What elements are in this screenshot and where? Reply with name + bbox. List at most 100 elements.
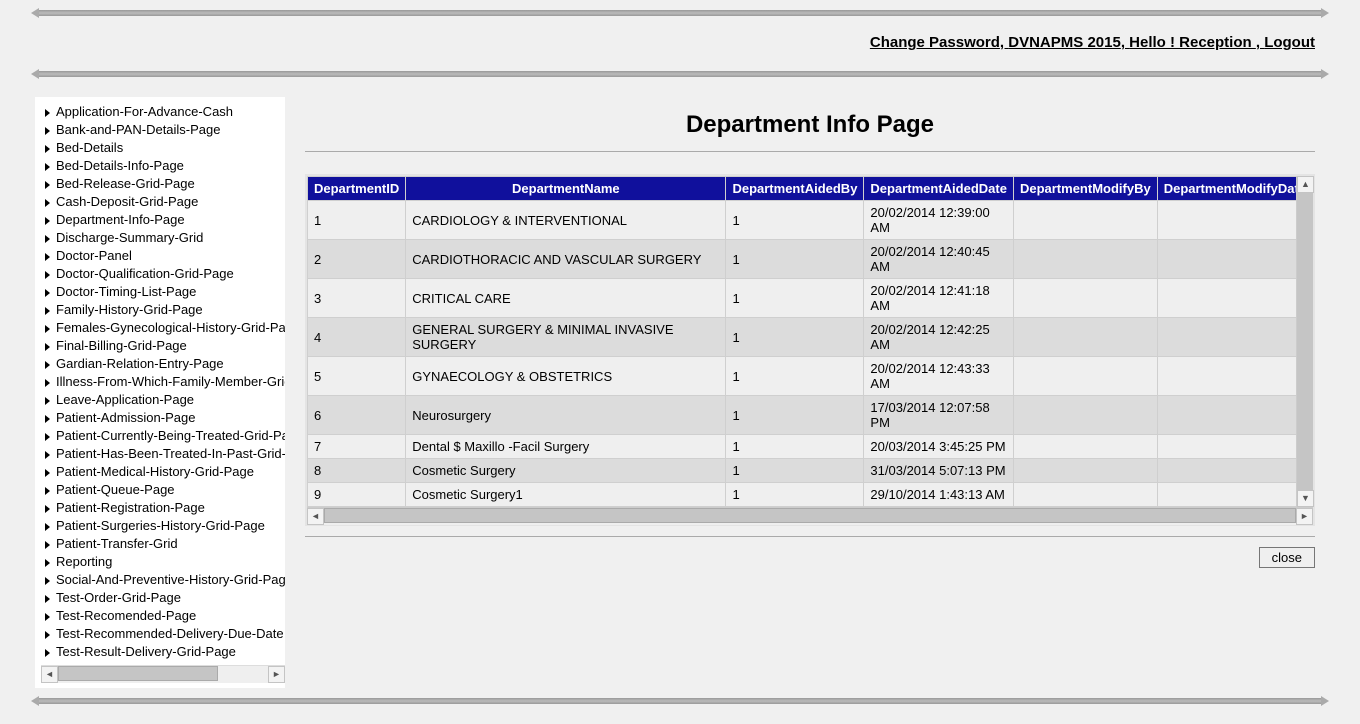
column-header[interactable]: DepartmentName [406, 177, 726, 201]
sidebar-item[interactable]: Department-Info-Page [41, 211, 285, 229]
sidebar-item[interactable]: Leave-Application-Page [41, 391, 285, 409]
sidebar-item[interactable]: Test-Recommended-Delivery-Due-Date [41, 625, 285, 643]
table-row[interactable]: 5GYNAECOLOGY & OBSTETRICS120/02/2014 12:… [308, 357, 1313, 396]
table-row[interactable]: 2CARDIOTHORACIC AND VASCULAR SURGERY120/… [308, 240, 1313, 279]
sidebar-item[interactable]: Patient-Surgeries-History-Grid-Page [41, 517, 285, 535]
table-cell: Dental $ Maxillo -Facil Surgery [406, 435, 726, 459]
chevron-right-icon [45, 469, 50, 477]
sidebar-item[interactable]: Patient-Queue-Page [41, 481, 285, 499]
table-cell: GENERAL SURGERY & MINIMAL INVASIVE SURGE… [406, 318, 726, 357]
grid-scroll-left-icon[interactable]: ◄ [307, 508, 324, 525]
table-row[interactable]: 6Neurosurgery117/03/2014 12:07:58 PM [308, 396, 1313, 435]
sidebar-item-label: Discharge-Summary-Grid [56, 230, 203, 245]
chevron-right-icon [45, 235, 50, 243]
table-cell [1013, 279, 1157, 318]
column-header[interactable]: DepartmentID [308, 177, 406, 201]
sidebar-item[interactable]: Test-Recomended-Page [41, 607, 285, 625]
chevron-right-icon [45, 271, 50, 279]
table-cell: 20/02/2014 12:43:33 AM [864, 357, 1014, 396]
sidebar-item-label: Doctor-Qualification-Grid-Page [56, 266, 234, 281]
grid-scroll-right-icon[interactable]: ► [1296, 508, 1313, 525]
sidebar-item[interactable]: Discharge-Summary-Grid [41, 229, 285, 247]
table-row[interactable]: 3CRITICAL CARE120/02/2014 12:41:18 AM [308, 279, 1313, 318]
table-cell [1157, 459, 1312, 483]
sidebar-item[interactable]: Social-And-Preventive-History-Grid-Page [41, 571, 285, 589]
sidebar-item[interactable]: Final-Billing-Grid-Page [41, 337, 285, 355]
scroll-down-icon[interactable]: ▼ [1297, 490, 1314, 507]
sidebar-item-label: Females-Gynecological-History-Grid-Page [56, 320, 285, 335]
table-cell: 1 [726, 201, 864, 240]
chevron-right-icon [45, 253, 50, 261]
sidebar-item[interactable]: Patient-Currently-Being-Treated-Grid-Pag… [41, 427, 285, 445]
table-cell: 20/03/2014 3:45:25 PM [864, 435, 1014, 459]
sidebar-item[interactable]: Application-For-Advance-Cash [41, 103, 285, 121]
table-cell: 6 [308, 396, 406, 435]
grid-h-scroll[interactable]: ◄ ► [307, 507, 1313, 524]
chevron-right-icon [45, 145, 50, 153]
sidebar-item[interactable]: Illness-From-Which-Family-Member-Grid [41, 373, 285, 391]
sidebar-item-label: Reporting [56, 554, 112, 569]
scroll-right-icon[interactable]: ► [268, 666, 285, 683]
sidebar-item-label: Department-Info-Page [56, 212, 185, 227]
chevron-right-icon [45, 199, 50, 207]
sidebar-item[interactable]: Patient-Admission-Page [41, 409, 285, 427]
sidebar-item-label: Patient-Queue-Page [56, 482, 175, 497]
app-name-link[interactable]: DVNAPMS 2015 [1008, 34, 1121, 51]
title-underline [305, 151, 1315, 152]
table-cell: CARDIOTHORACIC AND VASCULAR SURGERY [406, 240, 726, 279]
sidebar-item[interactable]: Test-Result-Delivery-Grid-Page [41, 643, 285, 661]
table-row[interactable]: 4GENERAL SURGERY & MINIMAL INVASIVE SURG… [308, 318, 1313, 357]
table-cell: 8 [308, 459, 406, 483]
sidebar-item[interactable]: Patient-Has-Been-Treated-In-Past-Grid-Pa… [41, 445, 285, 463]
change-password-link[interactable]: Change Password [870, 34, 1000, 51]
sidebar-item[interactable]: Patient-Medical-History-Grid-Page [41, 463, 285, 481]
sidebar-item-label: Bed-Details [56, 140, 123, 155]
sidebar-item[interactable]: Reporting [41, 553, 285, 571]
sidebar-item[interactable]: Doctor-Panel [41, 247, 285, 265]
sidebar-item-label: Test-Order-Grid-Page [56, 590, 181, 605]
sidebar-item[interactable]: Cash-Deposit-Grid-Page [41, 193, 285, 211]
sidebar-item[interactable]: Test-Order-Grid-Page [41, 589, 285, 607]
scroll-left-icon[interactable]: ◄ [41, 666, 58, 683]
sidebar-item[interactable]: Family-History-Grid-Page [41, 301, 285, 319]
sidebar-item[interactable]: Patient-Transfer-Grid [41, 535, 285, 553]
sidebar-item-label: Doctor-Timing-List-Page [56, 284, 196, 299]
sidebar-item-label: Patient-Surgeries-History-Grid-Page [56, 518, 265, 533]
sidebar-item[interactable]: Bed-Details [41, 139, 285, 157]
sidebar-h-scroll[interactable]: ◄ ► [41, 665, 285, 682]
sidebar-item[interactable]: Bank-and-PAN-Details-Page [41, 121, 285, 139]
column-header[interactable]: DepartmentAidedDate [864, 177, 1014, 201]
table-row[interactable]: 8Cosmetic Surgery131/03/2014 5:07:13 PM [308, 459, 1313, 483]
table-cell: 1 [726, 318, 864, 357]
table-cell: GYNAECOLOGY & OBSTETRICS [406, 357, 726, 396]
sidebar-item[interactable]: Bed-Details-Info-Page [41, 157, 285, 175]
column-header[interactable]: DepartmentAidedBy [726, 177, 864, 201]
scroll-thumb[interactable] [58, 666, 218, 681]
sidebar-item[interactable]: Females-Gynecological-History-Grid-Page [41, 319, 285, 337]
column-header[interactable]: DepartmentModifyDate [1157, 177, 1312, 201]
table-cell [1157, 201, 1312, 240]
table-cell [1157, 318, 1312, 357]
sidebar-item[interactable]: Doctor-Qualification-Grid-Page [41, 265, 285, 283]
chevron-right-icon [45, 325, 50, 333]
grid-v-scroll[interactable]: ▲ ▼ [1296, 176, 1313, 507]
top-divider [35, 10, 1325, 16]
logout-link[interactable]: Logout [1264, 34, 1315, 51]
table-cell [1013, 201, 1157, 240]
scroll-up-icon[interactable]: ▲ [1297, 176, 1314, 193]
grid-h-thumb[interactable] [324, 508, 1296, 523]
sidebar-item-label: Bed-Details-Info-Page [56, 158, 184, 173]
sidebar-item[interactable]: Patient-Registration-Page [41, 499, 285, 517]
table-row[interactable]: 1CARDIOLOGY & INTERVENTIONAL120/02/2014 … [308, 201, 1313, 240]
close-button[interactable]: close [1259, 547, 1315, 568]
sidebar-item[interactable]: Gardian-Relation-Entry-Page [41, 355, 285, 373]
table-cell: 1 [726, 396, 864, 435]
table-row[interactable]: 9Cosmetic Surgery1129/10/2014 1:43:13 AM [308, 483, 1313, 507]
sidebar-item[interactable]: Doctor-Timing-List-Page [41, 283, 285, 301]
greeting-link[interactable]: Hello ! Reception [1129, 34, 1256, 51]
sidebar-item[interactable]: Bed-Release-Grid-Page [41, 175, 285, 193]
table-row[interactable]: 7Dental $ Maxillo -Facil Surgery120/03/2… [308, 435, 1313, 459]
column-header[interactable]: DepartmentModifyBy [1013, 177, 1157, 201]
v-scroll-thumb[interactable] [1297, 193, 1313, 490]
chevron-right-icon [45, 505, 50, 513]
